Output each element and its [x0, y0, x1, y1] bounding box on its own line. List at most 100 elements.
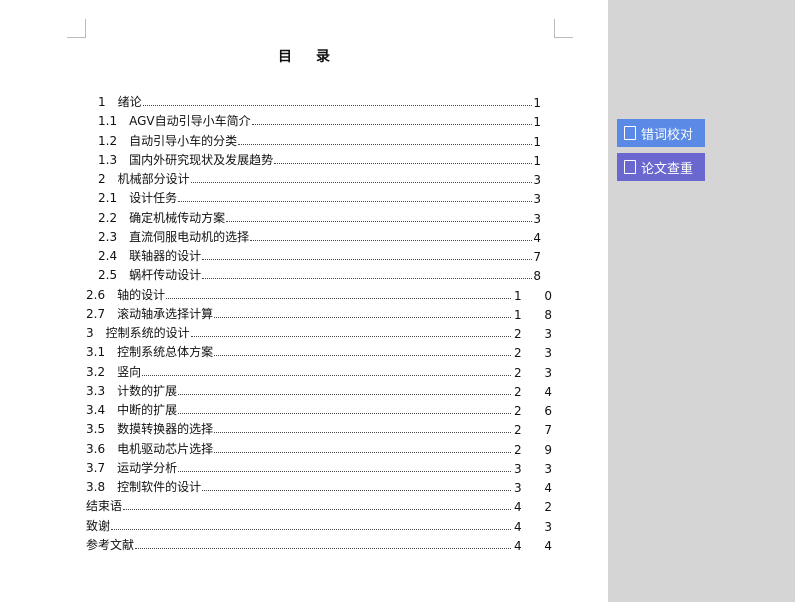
margin-corner-mark [67, 19, 86, 38]
toc-entry-label: 2 机械部分设计 [98, 172, 190, 186]
dot-leader [214, 354, 511, 357]
toc-entry-label: 3.5 数摸转换器的选择 [86, 422, 214, 437]
toc-entry[interactable]: 3.1 控制系统总体方案 2 3 [86, 342, 552, 360]
toc-entry-page: 23 [514, 365, 552, 380]
dot-leader [202, 258, 533, 260]
dot-leader [190, 335, 511, 337]
plagiarism-label: 论文查重 [641, 161, 694, 177]
toc-entry-label: 2.4 联轴器的设计 [98, 249, 202, 263]
toc-entry-page: 29 [514, 442, 552, 457]
toc-entry[interactable]: 2.7 滚动轴承选择计算 1 8 [86, 304, 552, 322]
toc-entry-page: 42 [514, 500, 552, 515]
toc-entry-label: 3.3 计数的扩展 [86, 383, 178, 398]
dot-leader [202, 489, 511, 491]
toc-entry-page: 23 [514, 346, 552, 361]
toc-entry[interactable]: 2.4 联轴器的设计 7 [98, 246, 541, 264]
toc-entry[interactable]: 3.8 控制软件的设计 3 4 [86, 477, 552, 495]
dot-leader [142, 104, 533, 106]
toc-entry-label: 2.7 滚动轴承选择计算 [86, 306, 214, 321]
dot-leader [226, 220, 533, 222]
dot-leader [214, 316, 511, 318]
toc-entry-page: 1 [533, 134, 541, 149]
toc-entry-page: 23 [514, 327, 552, 341]
toc-entry-label: 3 控制系统的设计 [86, 326, 190, 340]
toc-entry[interactable]: 1.1 AGV自动引导小车简介 1 [98, 111, 541, 129]
toc-entry-label: 1.2 自动引导小车的分类 [98, 133, 238, 148]
toc-entry-page: 7 [533, 250, 541, 264]
dot-leader [178, 412, 511, 414]
proofread-label: 错词校对 [641, 127, 694, 143]
toc-entry[interactable]: 1.2 自动引导小车的分类 1 [98, 131, 541, 149]
toc-entry-page: 18 [514, 307, 552, 322]
toc-entry[interactable]: 3.6 电机驱动芯片选择 2 9 [86, 439, 552, 457]
toc-entry[interactable]: 3.5 数摸转换器的选择 2 7 [86, 419, 552, 437]
dot-leader [251, 123, 533, 126]
toc-entry-label: 3.1 控制系统总体方案 [86, 345, 214, 360]
toc-entry-page: 34 [514, 481, 552, 495]
document-page: 目录 1 绪论 1 1.1 AGV自动引导小车简介 1 1.2 自动引导小车的分类 1 1.… [0, 0, 608, 602]
dot-leader [190, 181, 533, 183]
toc-entry[interactable]: 3.3 计数的扩展 2 4 [86, 381, 552, 399]
plagiarism-check-button[interactable]: 论文查重 [617, 153, 705, 181]
dot-leader [178, 393, 511, 395]
document-check-icon [624, 126, 636, 140]
toc-entry[interactable]: 1.3 国内外研究现状及发展趋势 1 [98, 150, 541, 168]
toc-entry[interactable]: 2.2 确定机械传动方案 3 [98, 208, 541, 226]
dot-leader [178, 470, 511, 472]
toc-entry-label: 1.3 国内外研究现状及发展趋势 [98, 152, 274, 167]
dot-leader [178, 200, 533, 203]
toc-entry-page: 4 [533, 230, 541, 245]
dot-leader [274, 162, 533, 164]
toc-entry-page: 26 [514, 404, 552, 418]
proofread-button[interactable]: 错词校对 [617, 119, 705, 147]
toc-entry-page: 44 [514, 538, 552, 553]
margin-corner-mark [554, 19, 573, 38]
toc-entry-page: 3 [533, 173, 541, 187]
toc-entry-page: 1 [533, 153, 541, 168]
toc-entry-label: 3.6 电机驱动芯片选择 [86, 441, 214, 456]
toc-entry-label: 2.1 设计任务 [98, 191, 178, 206]
toc-entry-page: 1 [533, 115, 541, 130]
toc-title: 目录 [278, 49, 354, 65]
toc-entry-page: 24 [514, 384, 552, 399]
toc-entry[interactable]: 致谢 4 3 [86, 516, 552, 534]
toc-entry[interactable]: 3.4 中断的扩展 2 6 [86, 400, 552, 418]
toc-entry-page: 33 [514, 461, 552, 476]
toc-entry-label: 3.8 控制软件的设计 [86, 480, 202, 494]
document-search-icon [624, 160, 636, 174]
toc-entry-label: 2.5 蜗杆传动设计 [98, 268, 202, 283]
toc-entry-label: 结束语 [86, 499, 123, 514]
toc-entry-page: 10 [514, 288, 552, 303]
dot-leader [214, 431, 511, 434]
toc-entry-label: 致谢 [86, 518, 111, 533]
toc-entry-page: 8 [533, 269, 541, 284]
dot-leader [250, 239, 533, 241]
toc-entry-label: 参考文献 [86, 537, 135, 552]
toc-entry[interactable]: 3 控制系统的设计 2 3 [86, 323, 552, 341]
toc-entry[interactable]: 2.5 蜗杆传动设计 8 [98, 265, 541, 283]
toc-entry-page: 3 [533, 192, 541, 207]
dot-leader [238, 143, 533, 145]
toc-entry[interactable]: 2.1 设计任务 3 [98, 188, 541, 206]
toc-entry-page: 3 [533, 211, 541, 226]
dot-leader [202, 277, 533, 280]
toc-entry-label: 1.1 AGV自动引导小车简介 [98, 114, 251, 129]
dot-leader [135, 547, 511, 549]
toc-entry-page: 1 [533, 96, 541, 110]
toc-entry-label: 2.3 直流伺服电动机的选择 [98, 229, 250, 244]
toc-entry[interactable]: 2.3 直流伺服电动机的选择 4 [98, 227, 541, 245]
toc-entry[interactable]: 3.7 运动学分析 3 3 [86, 458, 552, 476]
toc-entry[interactable]: 1 绪论 1 [98, 92, 541, 110]
toc-entry-page: 43 [514, 519, 552, 534]
toc-entry-label: 2.6 轴的设计 [86, 287, 166, 302]
toc-entry-label: 3.2 竖向 [86, 364, 142, 379]
toc-entry[interactable]: 结束语 4 2 [86, 496, 552, 514]
toc-entry-label: 3.7 运动学分析 [86, 460, 178, 475]
dot-leader [166, 297, 511, 299]
toc-entry[interactable]: 3.2 竖向 2 3 [86, 362, 552, 380]
toc-entry[interactable]: 2 机械部分设计 3 [98, 169, 541, 187]
toc-entry[interactable]: 参考文献 4 4 [86, 535, 552, 553]
toc-entry[interactable]: 2.6 轴的设计 1 0 [86, 285, 552, 303]
dot-leader [123, 508, 511, 511]
toc-entry-page: 27 [514, 423, 552, 438]
